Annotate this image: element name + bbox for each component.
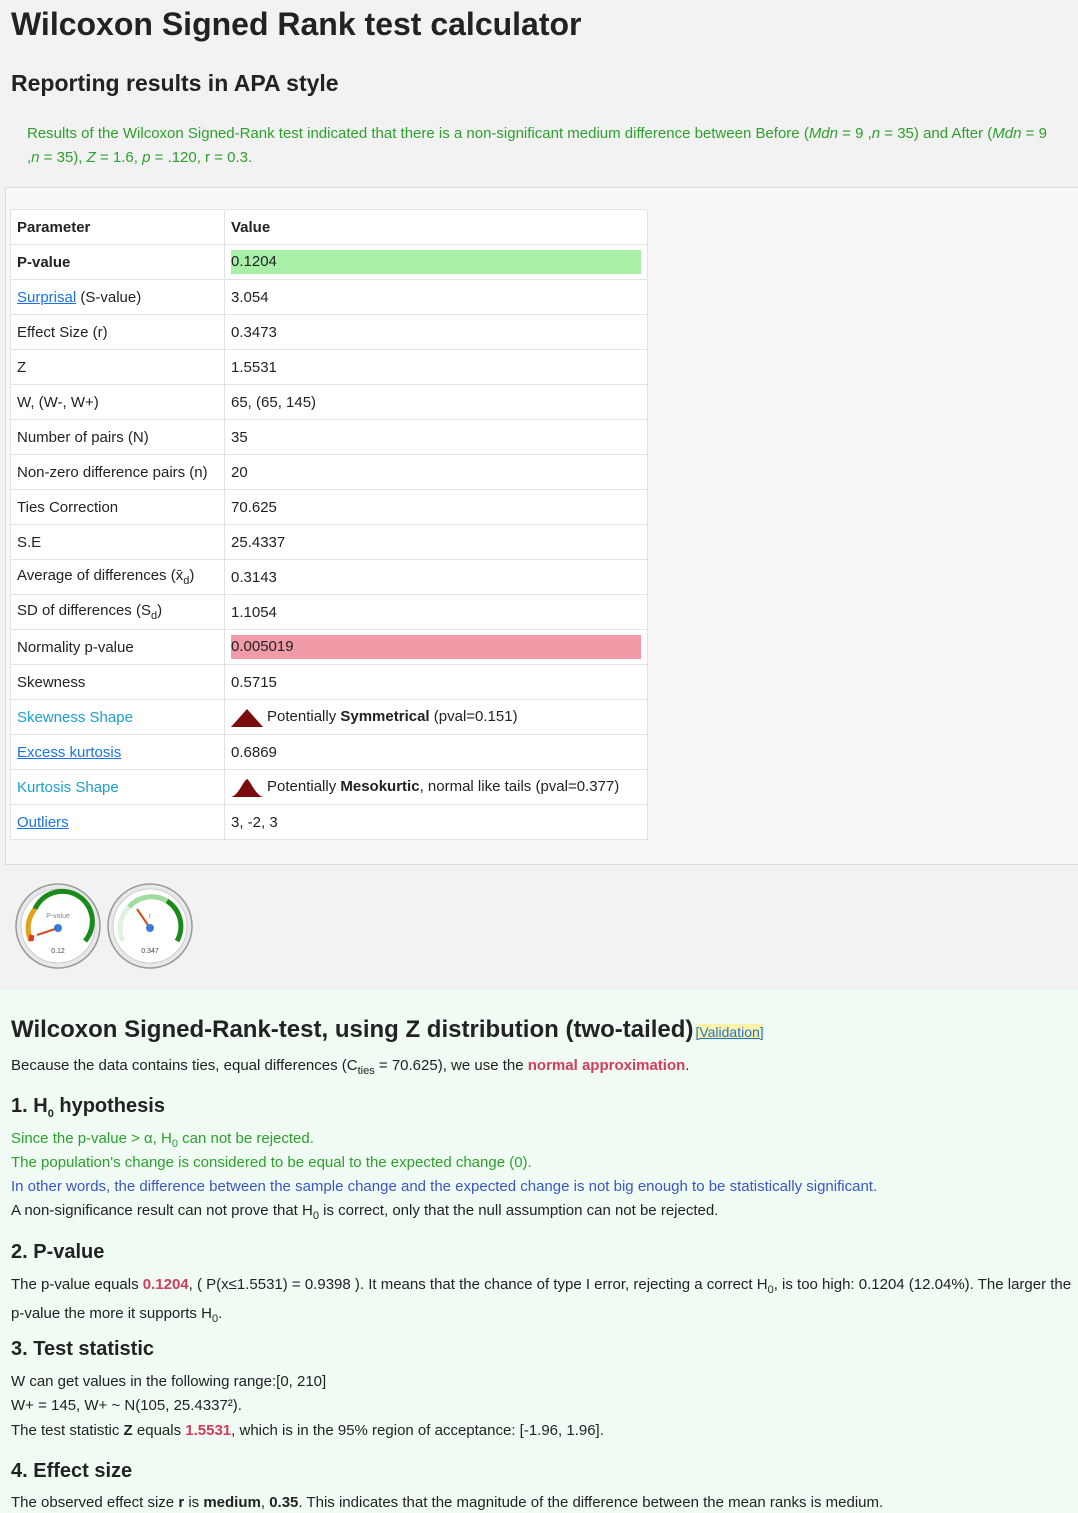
hypothesis-line-3: In other words, the difference between t… xyxy=(11,1178,878,1195)
value-cell: 0.6869 xyxy=(224,734,648,770)
excess-kurtosis-link[interactable]: Excess kurtosis xyxy=(17,744,121,761)
value-cell: 3.054 xyxy=(224,279,648,315)
param-label: Normality p-value xyxy=(10,629,225,665)
value-cell: 20 xyxy=(224,454,648,490)
table-row: Normality p-value 0.005019 xyxy=(10,629,648,665)
value-cell: 3, -2, 3 xyxy=(224,804,648,840)
table-row: Kurtosis Shape Potentially Mesokurtic, n… xyxy=(10,769,648,805)
effect-size-heading: 4. Effect size xyxy=(11,1460,133,1482)
hypothesis-line-1: Since the p-value > α, H0 can not be rej… xyxy=(11,1130,314,1150)
value-cell: 70.625 xyxy=(224,489,648,525)
page-title: Wilcoxon Signed Rank test calculator xyxy=(11,6,582,42)
effect-size-gauge: r 0.347 xyxy=(107,883,193,969)
table-row: Skewness Shape Potentially Symmetrical (… xyxy=(10,699,648,735)
table-row: S.E 25.4337 xyxy=(10,524,648,560)
kurtosis-shape-link[interactable]: Kurtosis Shape xyxy=(17,779,119,796)
value-cell: 0.3473 xyxy=(224,314,648,350)
statistic-line-1: W can get values in the following range:… xyxy=(11,1373,327,1390)
p-value-paragraph: The p-value equals 0.1204, ( P(x≤1.5531)… xyxy=(11,1276,1072,1325)
gauge-label: P-value xyxy=(46,913,70,920)
table-row: Z 1.5531 xyxy=(10,349,648,385)
value-cell: 0.3143 xyxy=(224,559,648,595)
ties-note: Because the data contains ties, equal di… xyxy=(11,1057,690,1077)
table-row: Non-zero difference pairs (n) 20 xyxy=(10,454,648,490)
outliers-link[interactable]: Outliers xyxy=(17,814,69,831)
value-cell: 1.5531 xyxy=(224,349,648,385)
validation-link[interactable]: [Validation] xyxy=(695,1024,764,1040)
table-row: SD of differences (Sd) 1.1054 xyxy=(10,594,648,630)
table-row: Skewness 0.5715 xyxy=(10,664,648,700)
param-label: Average of differences (x̄d) xyxy=(10,559,225,595)
param-label: Non-zero difference pairs (n) xyxy=(10,454,225,490)
header-parameter: Parameter xyxy=(10,209,225,245)
hypothesis-line-2: The population's change is considered to… xyxy=(11,1154,532,1171)
p-value-heading: 2. P-value xyxy=(11,1241,105,1263)
value-cell: 1.1054 xyxy=(224,594,648,630)
skewness-shape-link[interactable]: Skewness Shape xyxy=(17,709,133,726)
bell-curve-icon xyxy=(231,779,263,797)
param-label: (S-value) xyxy=(76,288,142,306)
value-cell: 35 xyxy=(224,419,648,455)
param-label: SD of differences (Sd) xyxy=(10,594,225,630)
param-label: Effect Size (r) xyxy=(10,314,225,350)
table-row: Average of differences (x̄d) 0.3143 xyxy=(10,559,648,595)
test-statistic-heading: 3. Test statistic xyxy=(11,1338,155,1360)
table-row: P-value 0.1204 xyxy=(10,244,648,280)
table-row: Effect Size (r) 0.3473 xyxy=(10,314,648,350)
test-heading: Wilcoxon Signed-Rank-test, using Z distr… xyxy=(11,1016,764,1043)
value-cell: Potentially Mesokurtic, normal like tail… xyxy=(224,769,648,805)
hypothesis-line-4: A non-significance result can not prove … xyxy=(11,1202,719,1222)
param-label: P-value xyxy=(10,244,225,280)
statistic-line-3: The test statistic Z equals 1.5531, whic… xyxy=(11,1422,604,1439)
table-row: Surprisal (S-value) 3.054 xyxy=(10,279,648,315)
param-label: Skewness xyxy=(10,664,225,700)
bell-curve-icon xyxy=(231,709,263,727)
table-row: Outliers 3, -2, 3 xyxy=(10,804,648,840)
table-row: Ties Correction 70.625 xyxy=(10,489,648,525)
p-value-cell: 0.1204 xyxy=(231,250,641,274)
table-row: W, (W-, W+) 65, (65, 145) xyxy=(10,384,648,420)
param-label: Z xyxy=(10,349,225,385)
param-label: Number of pairs (N) xyxy=(10,419,225,455)
normality-value-cell: 0.005019 xyxy=(231,635,641,659)
table-row: Excess kurtosis 0.6869 xyxy=(10,734,648,770)
value-cell: 0.5715 xyxy=(224,664,648,700)
apa-report: Results of the Wilcoxon Signed-Rank test… xyxy=(27,125,1047,166)
param-label: W, (W-, W+) xyxy=(10,384,225,420)
surprisal-link[interactable]: Surprisal xyxy=(17,289,76,306)
effect-size-line: The observed effect size r is medium, 0.… xyxy=(11,1494,884,1511)
param-label: S.E xyxy=(10,524,225,560)
param-label: Ties Correction xyxy=(10,489,225,525)
table-row: Number of pairs (N) 35 xyxy=(10,419,648,455)
value-cell: Potentially Symmetrical (pval=0.151) xyxy=(224,699,648,735)
gauge-value: 0.12 xyxy=(51,948,65,955)
table-header-row: Parameter Value xyxy=(10,209,648,245)
statistic-line-2: W+ = 145, W+ ~ N(105, 25.4337²). xyxy=(11,1397,242,1414)
apa-subtitle: Reporting results in APA style xyxy=(11,70,339,96)
header-value: Value xyxy=(224,209,648,245)
gauge-value: 0.347 xyxy=(141,948,159,955)
hypothesis-heading: 1. H0 hypothesis xyxy=(11,1095,165,1120)
value-cell: 25.4337 xyxy=(224,524,648,560)
parameters-table: Parameter Value P-value 0.1204 Surprisal… xyxy=(10,209,648,840)
value-cell: 65, (65, 145) xyxy=(224,384,648,420)
p-value-gauge: P-value 0.12 xyxy=(15,883,101,969)
